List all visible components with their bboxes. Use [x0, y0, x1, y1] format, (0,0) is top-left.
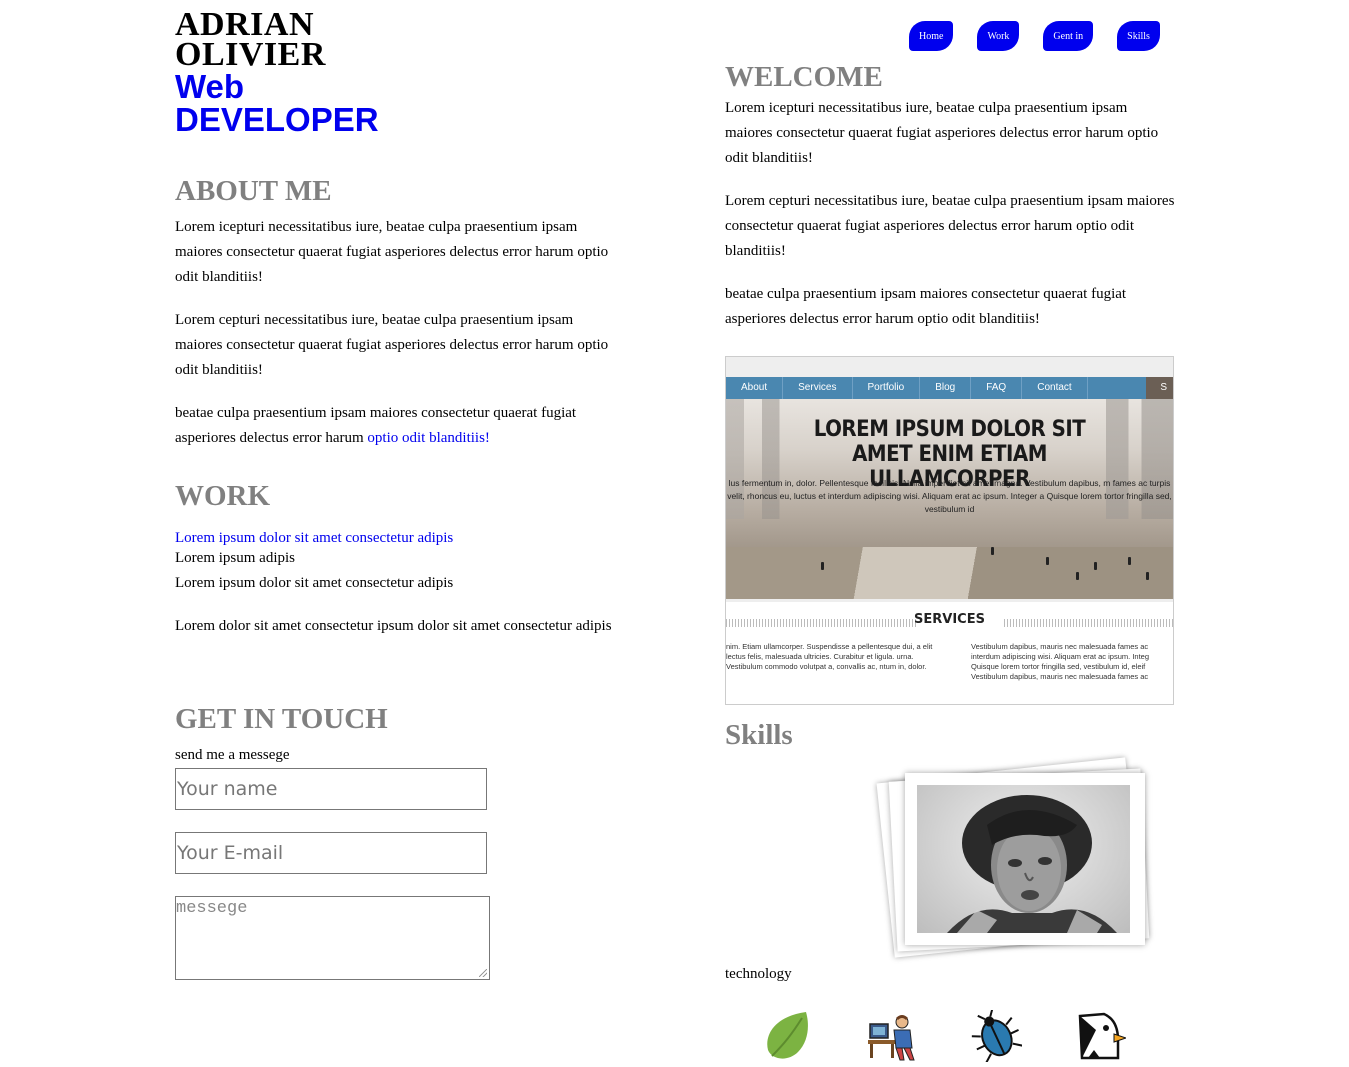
- work-title: WORK: [175, 480, 271, 512]
- welcome-title: WELCOME: [725, 61, 883, 93]
- preview-services-section: SERVICES nim. Etiam ullamcorper. Suspend…: [726, 602, 1173, 704]
- preview-menu-bar: About Services Portfolio Blog FAQ Contac…: [726, 377, 1173, 399]
- welcome-paragraph-1: Lorem icepturi necessitatibus iure, beat…: [725, 100, 1159, 166]
- main-nav: Home Work Gent in Skills: [909, 21, 1160, 51]
- about-paragraph-3: beatae culpa praesentium ipsam maiores c…: [175, 401, 615, 451]
- nav-home[interactable]: Home: [909, 21, 954, 51]
- name-last: OLIVIER: [175, 36, 326, 73]
- about-paragraph-2: Lorem cepturi necessitatibus iure, beata…: [175, 312, 609, 378]
- contact-title: GET IN TOUCH: [175, 703, 388, 735]
- work-line-2: Lorem ipsum adipis: [175, 550, 295, 566]
- preview-services-title: SERVICES: [914, 612, 985, 627]
- role-line2: DEVELOPER: [175, 101, 379, 138]
- skills-title: Skills: [725, 719, 793, 751]
- preview-person: [991, 547, 994, 555]
- preview-col-1: nim. Etiam ullamcorper. Suspendisse a pe…: [726, 642, 933, 671]
- welcome-paragraph-2: Lorem cepturi necessitatibus iure, beata…: [725, 193, 1175, 259]
- resize-grip-icon[interactable]: [479, 969, 487, 977]
- site-role: Web DEVELOPER: [175, 70, 379, 136]
- email-field[interactable]: Your E-mail: [175, 832, 487, 874]
- preview-person: [821, 562, 824, 570]
- about-paragraph-1: Lorem icepturi necessitatibus iure, beat…: [175, 219, 609, 285]
- preview-person: [1076, 572, 1079, 580]
- work-line-3: Lorem ipsum dolor sit amet consectetur a…: [175, 575, 454, 591]
- preview-person: [1094, 562, 1097, 570]
- preview-menu-contact: Contact: [1022, 377, 1088, 399]
- preview-menu-about: About: [726, 377, 784, 399]
- preview-menu-search: S: [1146, 377, 1173, 399]
- nav-get-in[interactable]: Gent in: [1043, 21, 1094, 51]
- portfolio-preview-image[interactable]: About Services Portfolio Blog FAQ Contac…: [725, 356, 1174, 705]
- profile-photo: [917, 785, 1130, 933]
- penguin-icon: [1074, 1010, 1128, 1062]
- preview-menu-blog: Blog: [920, 377, 972, 399]
- contact-subtitle: send me a messege: [175, 747, 290, 763]
- message-placeholder: messege: [176, 899, 248, 918]
- envato-leaf-icon: [762, 1010, 814, 1062]
- about-link[interactable]: optio odit blanditiis!: [367, 430, 490, 446]
- role-line1: Web: [175, 68, 245, 105]
- preview-person: [1046, 557, 1049, 565]
- preview-col-2: Vestibulum dapibus, mauris nec malesuada…: [971, 642, 1150, 681]
- about-title: ABOUT ME: [175, 175, 332, 207]
- preview-person: [1146, 572, 1149, 580]
- technology-label: technology: [725, 966, 792, 982]
- preview-menu-faq: FAQ: [971, 377, 1023, 399]
- preview-person: [1128, 557, 1131, 565]
- preview-menu-portfolio: Portfolio: [853, 377, 921, 399]
- nav-work[interactable]: Work: [977, 21, 1020, 51]
- message-field[interactable]: messege: [175, 896, 490, 980]
- work-paragraph: Lorem dolor sit amet consectetur ipsum d…: [175, 618, 612, 634]
- site-name: ADRIAN OLIVIER: [175, 8, 326, 73]
- preview-menu-services: Services: [783, 377, 853, 399]
- name-field[interactable]: Your name: [175, 768, 487, 810]
- preview-plaza: [726, 547, 1173, 599]
- preview-body-text: lus fermentum in, dolor. Pellentesque fa…: [727, 478, 1172, 514]
- workstation-person-icon: [866, 1010, 918, 1062]
- nav-skills[interactable]: Skills: [1117, 21, 1160, 51]
- profile-portrait: [947, 795, 1117, 933]
- beetle-icon: [970, 1008, 1023, 1064]
- welcome-paragraph-3: beatae culpa praesentium ipsam maiores c…: [725, 286, 1127, 327]
- work-link[interactable]: Lorem ipsum dolor sit amet consectetur a…: [175, 528, 453, 548]
